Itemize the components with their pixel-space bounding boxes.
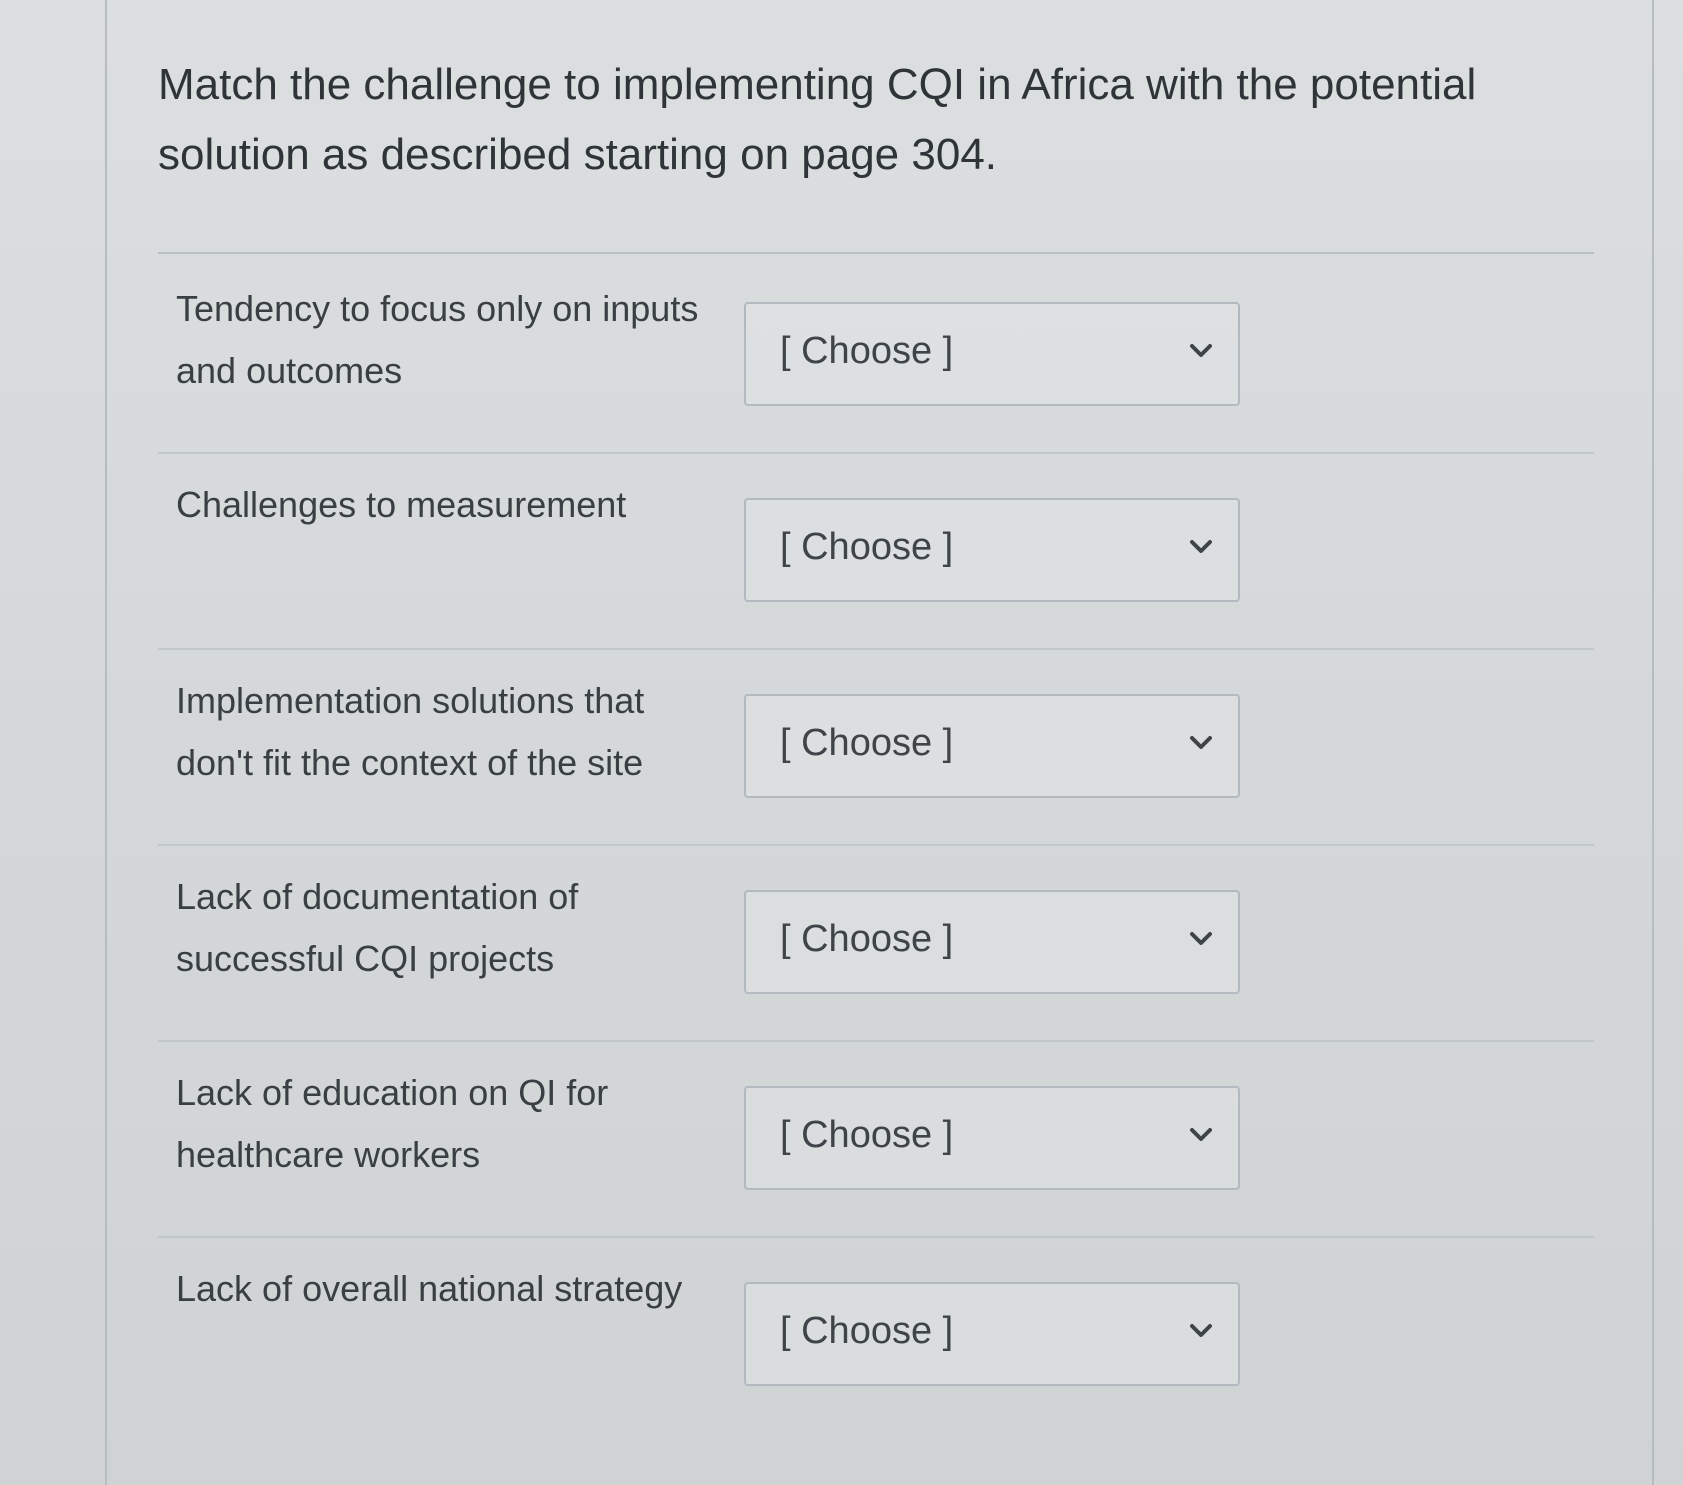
- question-divider: [158, 252, 1594, 254]
- dropdown-value: [ Choose ]: [780, 1114, 954, 1156]
- chevron-down-icon: [1190, 540, 1212, 553]
- answer-dropdown[interactable]: [ Choose ]: [744, 1282, 1240, 1386]
- match-row: Lack of documentation of successful CQI …: [158, 846, 1594, 1042]
- match-prompt: Tendency to focus only on inputs and out…: [176, 288, 699, 391]
- chevron-down-icon: [1190, 1128, 1212, 1141]
- match-prompt: Challenges to measurement: [176, 484, 627, 525]
- dropdown-value: [ Choose ]: [780, 722, 954, 764]
- match-row: Tendency to focus only on inputs and out…: [158, 258, 1594, 454]
- dropdown-value: [ Choose ]: [780, 526, 954, 568]
- match-prompt: Lack of documentation of successful CQI …: [176, 876, 579, 979]
- answer-dropdown[interactable]: [ Choose ]: [744, 498, 1240, 602]
- chevron-down-icon: [1190, 1324, 1212, 1337]
- question-text: Match the challenge to implementing CQI …: [158, 60, 1477, 179]
- match-row: Challenges to measurement [ Choose ]: [158, 454, 1594, 650]
- match-row: Lack of education on QI for healthcare w…: [158, 1042, 1594, 1238]
- match-prompt: Lack of education on QI for healthcare w…: [176, 1072, 609, 1175]
- chevron-down-icon: [1190, 736, 1212, 749]
- match-row: Lack of overall national strategy [ Choo…: [158, 1238, 1594, 1434]
- dropdown-value: [ Choose ]: [780, 330, 954, 372]
- content-left-border: [105, 0, 107, 1485]
- chevron-down-icon: [1190, 344, 1212, 357]
- match-prompt: Implementation solutions that don't fit …: [176, 680, 645, 783]
- answer-dropdown[interactable]: [ Choose ]: [744, 694, 1240, 798]
- answer-dropdown[interactable]: [ Choose ]: [744, 302, 1240, 406]
- dropdown-value: [ Choose ]: [780, 918, 954, 960]
- match-row: Implementation solutions that don't fit …: [158, 650, 1594, 846]
- match-prompt: Lack of overall national strategy: [176, 1268, 683, 1309]
- answer-dropdown[interactable]: [ Choose ]: [744, 1086, 1240, 1190]
- quiz-page: Match the challenge to implementing CQI …: [0, 0, 1683, 1485]
- content-right-border: [1652, 0, 1654, 1485]
- chevron-down-icon: [1190, 932, 1212, 945]
- dropdown-value: [ Choose ]: [780, 1310, 954, 1352]
- answer-dropdown[interactable]: [ Choose ]: [744, 890, 1240, 994]
